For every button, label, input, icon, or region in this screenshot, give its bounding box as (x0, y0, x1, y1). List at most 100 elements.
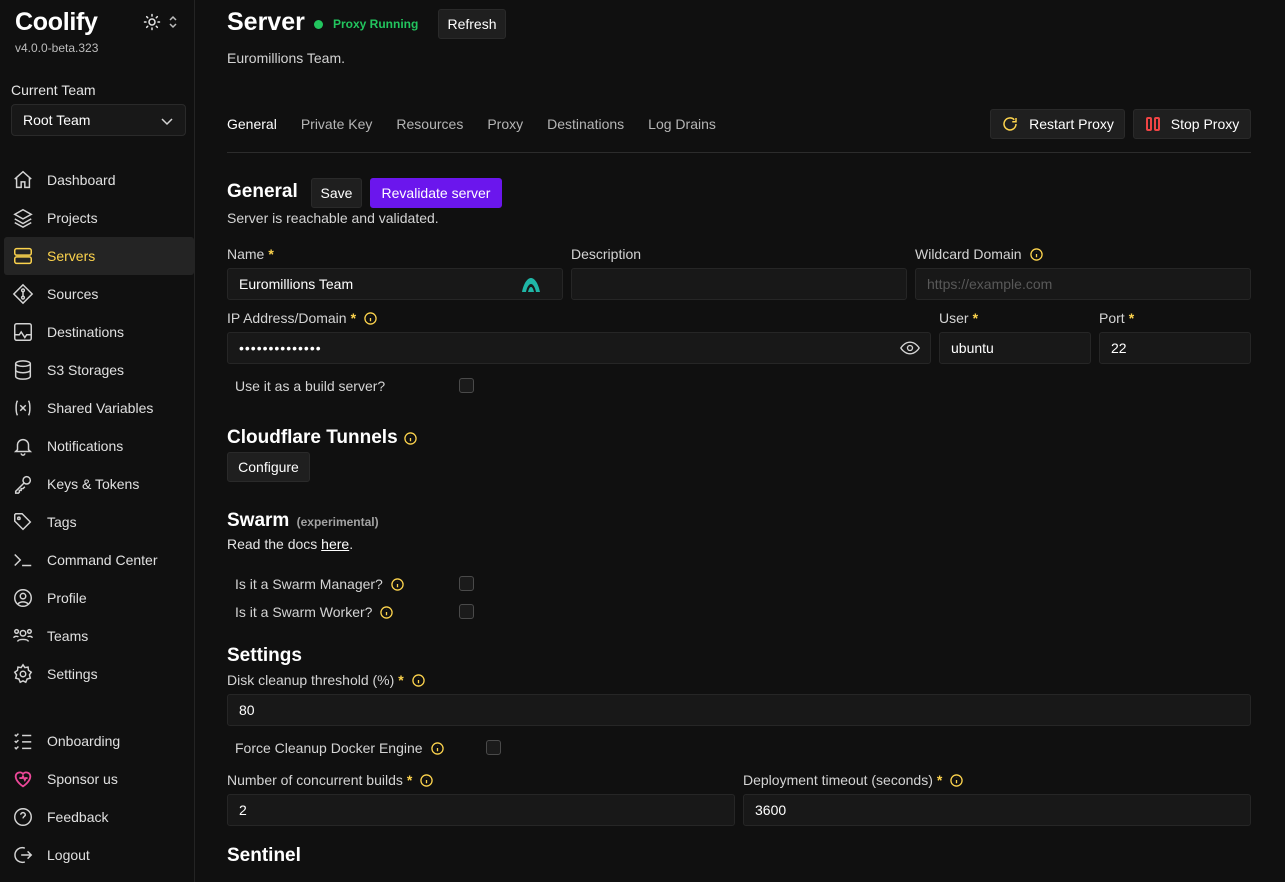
users-icon (12, 625, 34, 647)
ip-address-field[interactable]: •••••••••••••• (227, 332, 931, 364)
sidebar-item-feedback[interactable]: Feedback (4, 798, 194, 836)
app-logo[interactable]: Coolify (15, 8, 98, 37)
deployment-timeout-label: Deployment timeout (seconds) * (743, 772, 964, 788)
configure-button[interactable]: Configure (227, 452, 310, 482)
disk-cleanup-field[interactable]: 80 (227, 694, 1251, 726)
variable-icon (12, 397, 34, 419)
docs-suffix: . (349, 536, 354, 552)
user-label-text: User (939, 310, 969, 326)
sidebar-item-destinations[interactable]: Destinations (4, 313, 194, 351)
sidebar-bottom-nav: Onboarding Sponsor us Feedback Logout (4, 722, 194, 874)
build-server-label: Use it as a build server? (235, 378, 386, 394)
sidebar-item-keys-tokens[interactable]: Keys & Tokens (4, 465, 194, 503)
sun-icon[interactable] (143, 13, 161, 31)
swarm-manager-checkbox[interactable] (459, 576, 474, 591)
info-icon[interactable] (391, 577, 404, 591)
sidebar-item-notifications[interactable]: Notifications (4, 427, 194, 465)
force-cleanup-label: Force Cleanup Docker Engine (235, 740, 444, 756)
checklist-icon (12, 730, 34, 752)
description-label: Description (571, 246, 642, 262)
swarm-worker-checkbox[interactable] (459, 604, 474, 619)
sidebar-item-s3-storages[interactable]: S3 Storages (4, 351, 194, 389)
key-icon (12, 473, 34, 495)
restart-proxy-button[interactable]: Restart Proxy (990, 109, 1125, 139)
info-icon[interactable] (403, 431, 417, 445)
tab-destinations[interactable]: Destinations (547, 116, 624, 132)
concurrent-builds-label-text: Number of concurrent builds (227, 772, 403, 788)
sidebar-item-shared-variables[interactable]: Shared Variables (4, 389, 194, 427)
sidebar-item-profile[interactable]: Profile (4, 579, 194, 617)
docs-link[interactable]: here (321, 536, 349, 552)
port-label-text: Port (1099, 310, 1125, 326)
server-icon (12, 245, 34, 267)
required-mark: * (1128, 310, 1135, 326)
info-icon[interactable] (1029, 247, 1043, 261)
info-icon[interactable] (420, 773, 434, 787)
user-field[interactable]: ubuntu (939, 332, 1091, 364)
tab-log-drains[interactable]: Log Drains (648, 116, 716, 132)
save-button[interactable]: Save (311, 178, 362, 208)
logout-icon (12, 844, 34, 866)
sidebar-item-sponsor[interactable]: Sponsor us (4, 760, 194, 798)
description-field[interactable] (571, 268, 907, 300)
disk-cleanup-label: Disk cleanup threshold (%) * (227, 672, 425, 688)
eye-icon[interactable] (900, 340, 920, 356)
sidebar-item-projects[interactable]: Projects (4, 199, 194, 237)
chevron-updown-icon[interactable] (168, 14, 178, 30)
sidebar-item-settings[interactable]: Settings (4, 655, 194, 693)
docker-icon (12, 321, 34, 343)
heart-icon (12, 768, 34, 790)
settings-heading: Settings (227, 645, 302, 666)
info-icon[interactable] (364, 311, 377, 325)
sidebar-item-tags[interactable]: Tags (4, 503, 194, 541)
swarm-heading-text: Swarm (227, 510, 290, 531)
tab-resources[interactable]: Resources (396, 116, 463, 132)
revalidate-server-button[interactable]: Revalidate server (370, 178, 502, 208)
build-server-checkbox[interactable] (459, 378, 474, 393)
info-icon[interactable] (950, 773, 964, 787)
refresh-button[interactable]: Refresh (438, 9, 506, 39)
tab-general[interactable]: General (227, 116, 277, 132)
validation-status-text: Server is reachable and validated. (227, 210, 439, 226)
info-icon[interactable] (380, 605, 394, 619)
required-mark: * (406, 772, 413, 788)
gear-icon (12, 663, 34, 685)
sidebar-item-command-center[interactable]: Command Center (4, 541, 194, 579)
proxy-status-badge: Proxy Running (314, 17, 418, 31)
port-field[interactable]: 22 (1099, 332, 1251, 364)
tab-private-key[interactable]: Private Key (301, 116, 373, 132)
sidebar-item-onboarding[interactable]: Onboarding (4, 722, 194, 760)
concurrent-builds-field[interactable]: 2 (227, 794, 735, 826)
sidebar-item-label: Teams (47, 628, 89, 644)
force-cleanup-checkbox[interactable] (486, 740, 501, 755)
info-icon[interactable] (412, 673, 425, 687)
proxy-status-text: Proxy Running (333, 17, 419, 31)
sidebar-item-label: Settings (47, 666, 98, 682)
stop-proxy-button[interactable]: Stop Proxy (1133, 109, 1251, 139)
sidebar-item-label: Sponsor us (47, 771, 118, 787)
sidebar-item-label: Notifications (47, 438, 124, 454)
ip-address-value: •••••••••••••• (239, 340, 322, 356)
team-select[interactable]: Root Team (11, 104, 186, 136)
page-title: Server (227, 8, 305, 36)
name-label-text: Name (227, 246, 265, 262)
deployment-timeout-label-text: Deployment timeout (seconds) (743, 772, 933, 788)
terminal-icon (12, 549, 34, 571)
sidebar-item-dashboard[interactable]: Dashboard (4, 161, 194, 199)
sidebar-item-servers[interactable]: Servers (4, 237, 194, 275)
name-field[interactable]: Euromillions Team (227, 268, 563, 300)
sidebar-item-teams[interactable]: Teams (4, 617, 194, 655)
sidebar-item-logout[interactable]: Logout (4, 836, 194, 874)
help-icon (12, 806, 34, 828)
deployment-timeout-field[interactable]: 3600 (743, 794, 1251, 826)
tab-proxy[interactable]: Proxy (487, 116, 523, 132)
wildcard-domain-field[interactable]: https://example.com (915, 268, 1251, 300)
refresh-icon (1003, 117, 1017, 131)
sidebar-item-label: S3 Storages (47, 362, 125, 378)
sidebar-item-sources[interactable]: Sources (4, 275, 194, 313)
ip-address-label: IP Address/Domain * (227, 310, 377, 326)
disk-cleanup-label-text: Disk cleanup threshold (%) (227, 672, 395, 688)
info-icon[interactable] (430, 741, 444, 755)
cloudflare-heading: Cloudflare Tunnels (227, 427, 417, 449)
docs-prefix: Read the docs (227, 536, 322, 552)
